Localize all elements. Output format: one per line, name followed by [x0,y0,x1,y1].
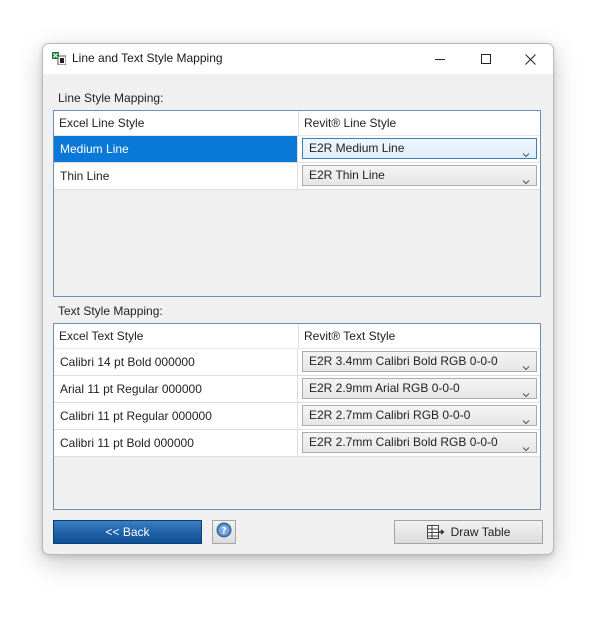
revit-line-style-dropdown[interactable]: E2R Thin Line [302,165,537,186]
text-row[interactable]: Calibri 11 pt Bold 000000 E2R 2.7mm Cali… [54,430,540,457]
help-icon: ? [216,522,232,543]
text-row[interactable]: Calibri 11 pt Regular 000000 E2R 2.7mm C… [54,403,540,430]
maximize-button[interactable] [463,44,509,74]
excel-text-style-cell[interactable]: Calibri 11 pt Regular 000000 [54,403,298,429]
excel-text-style-cell[interactable]: Calibri 14 pt Bold 000000 [54,349,298,375]
text-row[interactable]: Calibri 14 pt Bold 000000 E2R 3.4mm Cali… [54,349,540,376]
draw-table-button[interactable]: Draw Table [394,520,543,544]
col-header-revit-line[interactable]: Revit® Line Style [304,111,396,135]
revit-text-style-dropdown[interactable]: E2R 2.7mm Calibri RGB 0-0-0 [302,405,537,426]
revit-text-style-dropdown[interactable]: E2R 3.4mm Calibri Bold RGB 0-0-0 [302,351,537,372]
close-icon [524,53,536,65]
close-button[interactable] [507,44,553,74]
dropdown-value: E2R 3.4mm Calibri Bold RGB 0-0-0 [309,354,498,368]
text-style-grid[interactable]: Excel Text Style Revit® Text Style Calib… [53,323,541,510]
line-style-grid[interactable]: Excel Line Style Revit® Line Style Mediu… [53,110,541,297]
back-button[interactable]: << Back [53,520,202,544]
chevron-down-icon [522,412,530,425]
line-row-medium[interactable]: Medium Line E2R Medium Line [54,136,540,163]
minimize-button[interactable] [417,44,463,74]
excel-line-style-cell[interactable]: Thin Line [54,163,298,189]
revit-text-style-dropdown[interactable]: E2R 2.9mm Arial RGB 0-0-0 [302,378,537,399]
excel-text-style-cell[interactable]: Arial 11 pt Regular 000000 [54,376,298,402]
col-header-revit-text[interactable]: Revit® Text Style [304,324,395,348]
svg-text:?: ? [221,526,226,536]
chevron-down-icon [522,385,530,398]
col-header-excel-line[interactable]: Excel Line Style [59,111,144,135]
chevron-down-icon [522,358,530,371]
col-header-excel-text[interactable]: Excel Text Style [59,324,143,348]
line-mapping-label: Line Style Mapping: [58,91,164,105]
text-row[interactable]: Arial 11 pt Regular 000000 E2R 2.9mm Ari… [54,376,540,403]
dropdown-value: E2R Medium Line [309,141,405,155]
title-bar[interactable]: Line and Text Style Mapping [43,44,553,74]
excel-text-style-cell[interactable]: Calibri 11 pt Bold 000000 [54,430,298,456]
column-divider [298,111,299,135]
revit-text-style-dropdown[interactable]: E2R 2.7mm Calibri Bold RGB 0-0-0 [302,432,537,453]
minimize-icon [435,54,445,64]
draw-table-icon [426,525,445,539]
chevron-down-icon [522,145,530,158]
column-divider [298,324,299,348]
revit-line-style-dropdown[interactable]: E2R Medium Line [302,138,537,159]
maximize-icon [481,54,491,64]
dialog-window: Line and Text Style Mapping Line Style M… [42,43,554,555]
help-button[interactable]: ? [212,520,236,544]
chevron-down-icon [522,172,530,185]
text-grid-header: Excel Text Style Revit® Text Style [54,324,540,349]
dropdown-value: E2R Thin Line [309,168,385,182]
draw-table-label: Draw Table [450,525,511,539]
line-row-thin[interactable]: Thin Line E2R Thin Line [54,163,540,190]
line-grid-header: Excel Line Style Revit® Line Style [54,111,540,136]
dropdown-value: E2R 2.7mm Calibri RGB 0-0-0 [309,408,471,422]
excel-revit-icon [52,51,67,66]
text-mapping-label: Text Style Mapping: [58,304,163,318]
window-title: Line and Text Style Mapping [72,51,223,65]
dropdown-value: E2R 2.7mm Calibri Bold RGB 0-0-0 [309,435,498,449]
desktop-canvas: Line and Text Style Mapping Line Style M… [0,0,598,624]
excel-line-style-cell[interactable]: Medium Line [54,136,298,162]
chevron-down-icon [522,439,530,452]
dropdown-value: E2R 2.9mm Arial RGB 0-0-0 [309,381,460,395]
